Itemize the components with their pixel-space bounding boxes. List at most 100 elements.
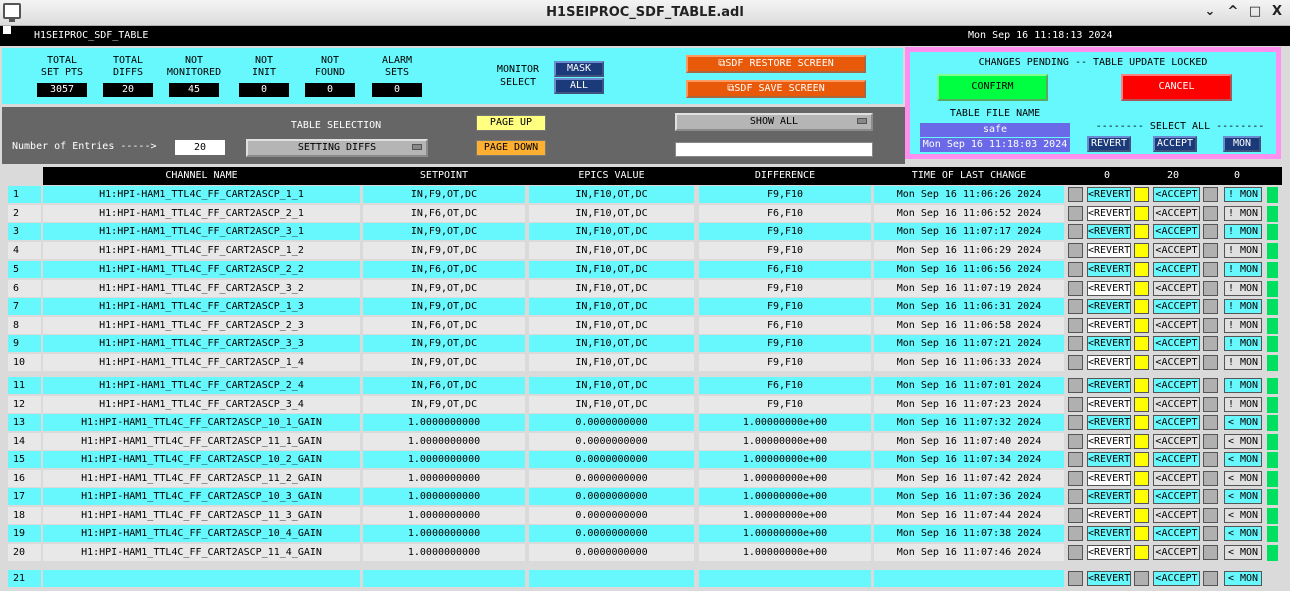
minimize-icon[interactable]: ⌄: [1202, 4, 1218, 20]
accept-button[interactable]: <ACCEPT: [1153, 336, 1200, 351]
revert-checkbox[interactable]: [1068, 415, 1083, 430]
revert-checkbox[interactable]: [1068, 355, 1083, 370]
accept-checkbox[interactable]: [1134, 508, 1149, 523]
confirm-button[interactable]: CONFIRM: [937, 74, 1048, 101]
accept-checkbox[interactable]: [1134, 281, 1149, 296]
accept-checkbox[interactable]: [1134, 545, 1149, 560]
mon-button[interactable]: ! MON: [1224, 336, 1262, 351]
accept-checkbox[interactable]: [1134, 243, 1149, 258]
accept-button[interactable]: <ACCEPT: [1153, 378, 1200, 393]
revert-checkbox[interactable]: [1068, 471, 1083, 486]
accept-button[interactable]: <ACCEPT: [1153, 452, 1200, 467]
accept-checkbox[interactable]: [1134, 571, 1149, 586]
revert-button[interactable]: <REVERT: [1087, 378, 1131, 393]
accept-checkbox[interactable]: [1134, 434, 1149, 449]
mon-button[interactable]: ! MON: [1224, 243, 1262, 258]
accept-button[interactable]: <ACCEPT: [1153, 471, 1200, 486]
revert-checkbox[interactable]: [1068, 336, 1083, 351]
revert-button[interactable]: <REVERT: [1087, 243, 1131, 258]
mon-button[interactable]: ! MON: [1224, 224, 1262, 239]
revert-button[interactable]: <REVERT: [1087, 299, 1131, 314]
accept-button[interactable]: <ACCEPT: [1153, 545, 1200, 560]
revert-button[interactable]: <REVERT: [1087, 415, 1131, 430]
mon-checkbox[interactable]: [1203, 281, 1218, 296]
accept-checkbox[interactable]: [1134, 187, 1149, 202]
mon-checkbox[interactable]: [1203, 452, 1218, 467]
revert-button[interactable]: <REVERT: [1087, 206, 1131, 221]
revert-checkbox[interactable]: [1068, 397, 1083, 412]
mon-checkbox[interactable]: [1203, 489, 1218, 504]
mon-checkbox[interactable]: [1203, 224, 1218, 239]
mon-checkbox[interactable]: [1203, 206, 1218, 221]
mon-checkbox[interactable]: [1203, 415, 1218, 430]
mon-button[interactable]: ! MON: [1224, 299, 1262, 314]
accept-button[interactable]: <ACCEPT: [1153, 206, 1200, 221]
revert-button[interactable]: <REVERT: [1087, 318, 1131, 333]
revert-checkbox[interactable]: [1068, 224, 1083, 239]
revert-button[interactable]: <REVERT: [1087, 471, 1131, 486]
mon-all-button[interactable]: MON: [1223, 136, 1261, 152]
accept-checkbox[interactable]: [1134, 452, 1149, 467]
accept-button[interactable]: <ACCEPT: [1153, 526, 1200, 541]
accept-button[interactable]: <ACCEPT: [1153, 243, 1200, 258]
revert-button[interactable]: <REVERT: [1087, 434, 1131, 449]
mon-button[interactable]: < MON: [1224, 508, 1262, 523]
accept-button[interactable]: <ACCEPT: [1153, 299, 1200, 314]
revert-checkbox[interactable]: [1068, 434, 1083, 449]
mon-button[interactable]: ! MON: [1224, 355, 1262, 370]
revert-checkbox[interactable]: [1068, 281, 1083, 296]
mon-checkbox[interactable]: [1203, 355, 1218, 370]
all-button[interactable]: ALL: [554, 78, 604, 94]
mon-button[interactable]: < MON: [1224, 571, 1262, 586]
revert-checkbox[interactable]: [1068, 299, 1083, 314]
revert-checkbox[interactable]: [1068, 206, 1083, 221]
cancel-button[interactable]: CANCEL: [1121, 74, 1232, 101]
accept-button[interactable]: <ACCEPT: [1153, 187, 1200, 202]
revert-button[interactable]: <REVERT: [1087, 452, 1131, 467]
accept-button[interactable]: <ACCEPT: [1153, 571, 1200, 586]
accept-button[interactable]: <ACCEPT: [1153, 415, 1200, 430]
accept-checkbox[interactable]: [1134, 378, 1149, 393]
mon-button[interactable]: < MON: [1224, 415, 1262, 430]
show-filter-dropdown[interactable]: SHOW ALL: [675, 113, 873, 131]
mon-checkbox[interactable]: [1203, 262, 1218, 277]
mon-checkbox[interactable]: [1203, 318, 1218, 333]
mon-button[interactable]: ! MON: [1224, 206, 1262, 221]
revert-button[interactable]: <REVERT: [1087, 281, 1131, 296]
maximize-icon[interactable]: ^: [1225, 4, 1241, 20]
revert-button[interactable]: <REVERT: [1087, 545, 1131, 560]
accept-checkbox[interactable]: [1134, 318, 1149, 333]
mon-checkbox[interactable]: [1203, 299, 1218, 314]
accept-checkbox[interactable]: [1134, 355, 1149, 370]
revert-button[interactable]: <REVERT: [1087, 224, 1131, 239]
revert-all-button[interactable]: REVERT: [1087, 136, 1131, 152]
table-selection-dropdown[interactable]: SETTING DIFFS: [246, 139, 428, 157]
revert-button[interactable]: <REVERT: [1087, 526, 1131, 541]
sdf-save-screen-button[interactable]: ⧉SDF SAVE SCREEN: [686, 80, 866, 98]
filter-input[interactable]: [675, 142, 873, 157]
revert-checkbox[interactable]: [1068, 452, 1083, 467]
accept-button[interactable]: <ACCEPT: [1153, 318, 1200, 333]
mon-checkbox[interactable]: [1203, 187, 1218, 202]
mon-checkbox[interactable]: [1203, 336, 1218, 351]
accept-button[interactable]: <ACCEPT: [1153, 434, 1200, 449]
mon-checkbox[interactable]: [1203, 526, 1218, 541]
mon-button[interactable]: ! MON: [1224, 262, 1262, 277]
mon-checkbox[interactable]: [1203, 243, 1218, 258]
mon-button[interactable]: < MON: [1224, 545, 1262, 560]
restore-icon[interactable]: □: [1247, 4, 1263, 20]
mon-button[interactable]: < MON: [1224, 452, 1262, 467]
mon-checkbox[interactable]: [1203, 508, 1218, 523]
mon-button[interactable]: < MON: [1224, 526, 1262, 541]
revert-button[interactable]: <REVERT: [1087, 397, 1131, 412]
mon-checkbox[interactable]: [1203, 378, 1218, 393]
accept-button[interactable]: <ACCEPT: [1153, 224, 1200, 239]
entries-input[interactable]: 20: [175, 140, 225, 155]
mon-button[interactable]: ! MON: [1224, 397, 1262, 412]
accept-checkbox[interactable]: [1134, 336, 1149, 351]
accept-all-button[interactable]: ACCEPT: [1153, 136, 1197, 152]
revert-button[interactable]: <REVERT: [1087, 336, 1131, 351]
revert-button[interactable]: <REVERT: [1087, 508, 1131, 523]
mon-button[interactable]: ! MON: [1224, 187, 1262, 202]
mon-button[interactable]: ! MON: [1224, 318, 1262, 333]
